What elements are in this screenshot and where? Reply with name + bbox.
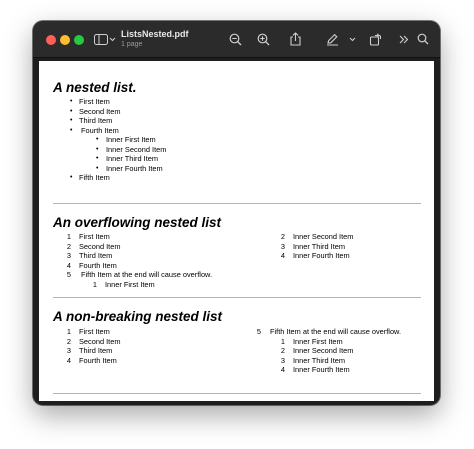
zoom-in-icon[interactable] <box>255 30 271 48</box>
list-number: 3 <box>66 251 71 260</box>
bullet: • <box>96 164 99 172</box>
list-item: Second Item <box>79 106 121 116</box>
share-icon[interactable] <box>287 30 303 48</box>
list-item: Third Item <box>79 346 113 355</box>
list-item: Third Item <box>79 116 113 125</box>
inner-list-item: Inner Fourth Item <box>106 163 163 173</box>
close-button[interactable] <box>46 35 56 45</box>
window-title: ListsNested.pdf <box>121 29 189 39</box>
list-number: 2 <box>66 241 71 251</box>
list-number: 4 <box>66 355 71 365</box>
toolbar: ListsNested.pdf 1 page <box>33 21 440 58</box>
section-heading: An overflowing nested list <box>53 215 222 230</box>
inner-list-item: Inner Third Item <box>293 355 346 365</box>
list-number: 1 <box>66 232 71 241</box>
inner-list-item: Inner Fourth Item <box>293 365 350 374</box>
list-item: First Item <box>79 97 110 106</box>
bullet: • <box>70 174 73 181</box>
bullet: • <box>70 98 73 105</box>
list-number: 3 <box>280 355 285 365</box>
inner-list-item: Inner Third Item <box>106 154 159 163</box>
list-number: 3 <box>66 346 71 355</box>
list-number: 4 <box>280 251 285 260</box>
inner-list-item: Inner Second Item <box>106 144 167 154</box>
bullet: • <box>70 117 73 124</box>
preview-window: ListsNested.pdf 1 page A nested list. • … <box>33 21 440 405</box>
sidebar-icon[interactable] <box>93 30 109 48</box>
list-item: Fifth Item at the end will cause overflo… <box>81 270 213 279</box>
list-item: Fifth Item <box>79 173 110 182</box>
list-number: 2 <box>280 232 285 241</box>
zoom-out-icon[interactable] <box>227 30 243 48</box>
minimize-button[interactable] <box>60 35 70 45</box>
zoom-button[interactable] <box>74 35 84 45</box>
list-number: 4 <box>280 365 285 374</box>
list-item: Fifth Item at the end will cause overflo… <box>270 327 402 336</box>
list-number: 4 <box>66 260 71 270</box>
page-count: 1 page <box>121 41 143 48</box>
list-number: 5 <box>256 327 261 336</box>
list-item: Fourth Item <box>81 125 119 135</box>
divider <box>53 393 421 394</box>
more-chevrons-icon[interactable] <box>398 30 410 48</box>
inner-list-item: Inner Third Item <box>293 241 346 251</box>
divider <box>53 297 421 298</box>
list-number: 2 <box>280 346 285 355</box>
inner-list-item: Inner First Item <box>106 135 156 144</box>
inner-list-item: Inner First Item <box>293 336 343 346</box>
bullet: • <box>70 107 73 115</box>
rotate-icon[interactable] <box>367 30 383 48</box>
section-heading: A non-breaking nested list <box>53 309 223 324</box>
markup-pen-icon[interactable] <box>324 30 340 48</box>
list-number: 1 <box>66 327 71 336</box>
list-number: 5 <box>66 270 71 279</box>
inner-list-item: Inner Second Item <box>293 232 354 241</box>
chevron-down-icon[interactable] <box>108 30 116 48</box>
list-number: 3 <box>280 241 285 251</box>
list-item: Second Item <box>79 336 121 346</box>
inner-list-item: Inner Second Item <box>293 346 354 355</box>
pdf-page: A nested list. • First Item • Second Ite… <box>39 61 434 401</box>
list-number: 1 <box>280 336 285 346</box>
bullet: • <box>70 126 73 134</box>
search-icon[interactable] <box>416 30 430 48</box>
bullet: • <box>96 155 99 162</box>
list-item: First Item <box>79 232 110 241</box>
section-heading: A nested list. <box>53 80 137 95</box>
list-item: First Item <box>79 327 110 336</box>
chevron-down-icon[interactable] <box>348 30 356 48</box>
divider <box>53 203 421 204</box>
list-item: Third Item <box>79 251 113 260</box>
list-item: Second Item <box>79 241 121 251</box>
bullet: • <box>96 145 99 153</box>
inner-list-item: Inner Fourth Item <box>293 251 350 260</box>
title-area: ListsNested.pdf 1 page <box>121 29 189 49</box>
list-number: 2 <box>66 336 71 346</box>
list-item: Fourth Item <box>79 260 117 270</box>
bullet: • <box>96 136 99 143</box>
list-item: Fourth Item <box>79 355 117 365</box>
list-number: 1 <box>92 279 97 289</box>
inner-list-item: Inner First Item <box>105 279 155 289</box>
